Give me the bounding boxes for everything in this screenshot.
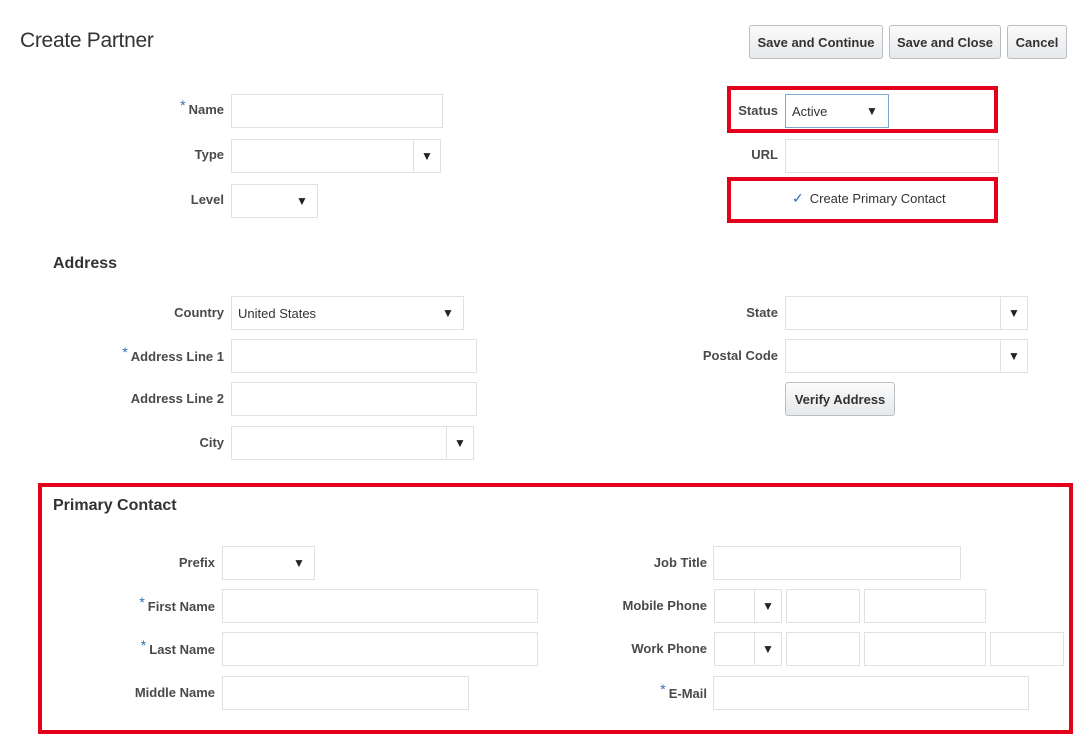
chevron-down-icon[interactable]: ▼ [413,139,441,173]
chevron-down-icon[interactable]: ▼ [1000,339,1028,373]
address-line-2-label: Address Line 2 [130,391,224,406]
highlight-create-contact [727,177,998,223]
prefix-label: Prefix [178,555,215,570]
address-line-1-label: * Address Line 1 [122,344,224,364]
chevron-down-icon[interactable]: ▼ [754,632,782,666]
country-value: United States [238,306,317,321]
type-select[interactable]: ▼ [231,139,441,173]
work-phone-extension-input[interactable] [990,632,1064,666]
work-phone-area-input[interactable] [786,632,860,666]
url-label: URL [751,147,778,162]
name-input[interactable] [231,94,443,128]
work-phone-label: Work Phone [631,641,707,656]
required-icon: * [660,681,666,697]
first-name-label: * First Name [139,594,215,614]
city-select[interactable]: ▼ [231,426,474,460]
required-icon: * [122,344,128,360]
email-input[interactable] [713,676,1029,710]
job-title-label: Job Title [653,555,707,570]
postal-code-select[interactable]: ▼ [785,339,1028,373]
job-title-input[interactable] [713,546,961,580]
country-select[interactable]: United States ▼ [231,296,464,330]
required-icon: * [140,637,147,653]
state-label: State [746,305,778,320]
middle-name-label: Middle Name [134,685,215,700]
chevron-down-icon[interactable]: ▼ [446,426,474,460]
mobile-phone-label: Mobile Phone [622,598,708,613]
last-name-label: * Last Name [140,637,215,657]
chevron-down-icon[interactable]: ▼ [1000,296,1028,330]
level-label: Level [190,192,224,207]
middle-name-input[interactable] [222,676,469,710]
verify-address-button[interactable]: Verify Address [785,382,895,416]
country-label: Country [174,305,224,320]
address-line-1-input[interactable] [231,339,477,373]
email-label: * E-Mail [660,681,707,701]
chevron-down-icon: ▼ [442,306,454,320]
chevron-down-icon[interactable]: ▼ [754,589,782,623]
prefix-select[interactable]: ▼ [222,546,315,580]
required-icon: * [139,594,145,610]
address-heading: Address [53,255,118,272]
type-label: Type [194,147,224,162]
chevron-down-icon: ▼ [296,194,308,208]
save-and-continue-button[interactable]: Save and Continue [749,25,883,59]
work-phone-country-select[interactable]: ▼ [714,632,782,666]
required-icon: * [180,97,186,113]
last-name-input[interactable] [222,632,538,666]
save-and-close-button[interactable]: Save and Close [889,25,1001,59]
cancel-button[interactable]: Cancel [1007,25,1067,59]
page-title: Create Partner [20,29,154,52]
address-line-2-input[interactable] [231,382,477,416]
highlight-status [727,86,998,133]
primary-contact-heading: Primary Contact [53,497,177,514]
city-label: City [199,435,224,450]
name-label: * Name [180,97,224,117]
mobile-phone-country-select[interactable]: ▼ [714,589,782,623]
level-select[interactable]: ▼ [231,184,318,218]
mobile-phone-area-input[interactable] [786,589,860,623]
save-and-close-label: Save and Close [896,34,994,50]
state-select[interactable]: ▼ [785,296,1028,330]
work-phone-number-input[interactable] [864,632,986,666]
first-name-input[interactable] [222,589,538,623]
mobile-phone-number-input[interactable] [864,589,986,623]
postal-code-label: Postal Code [702,348,778,363]
url-input[interactable] [785,139,999,173]
chevron-down-icon: ▼ [293,556,305,570]
